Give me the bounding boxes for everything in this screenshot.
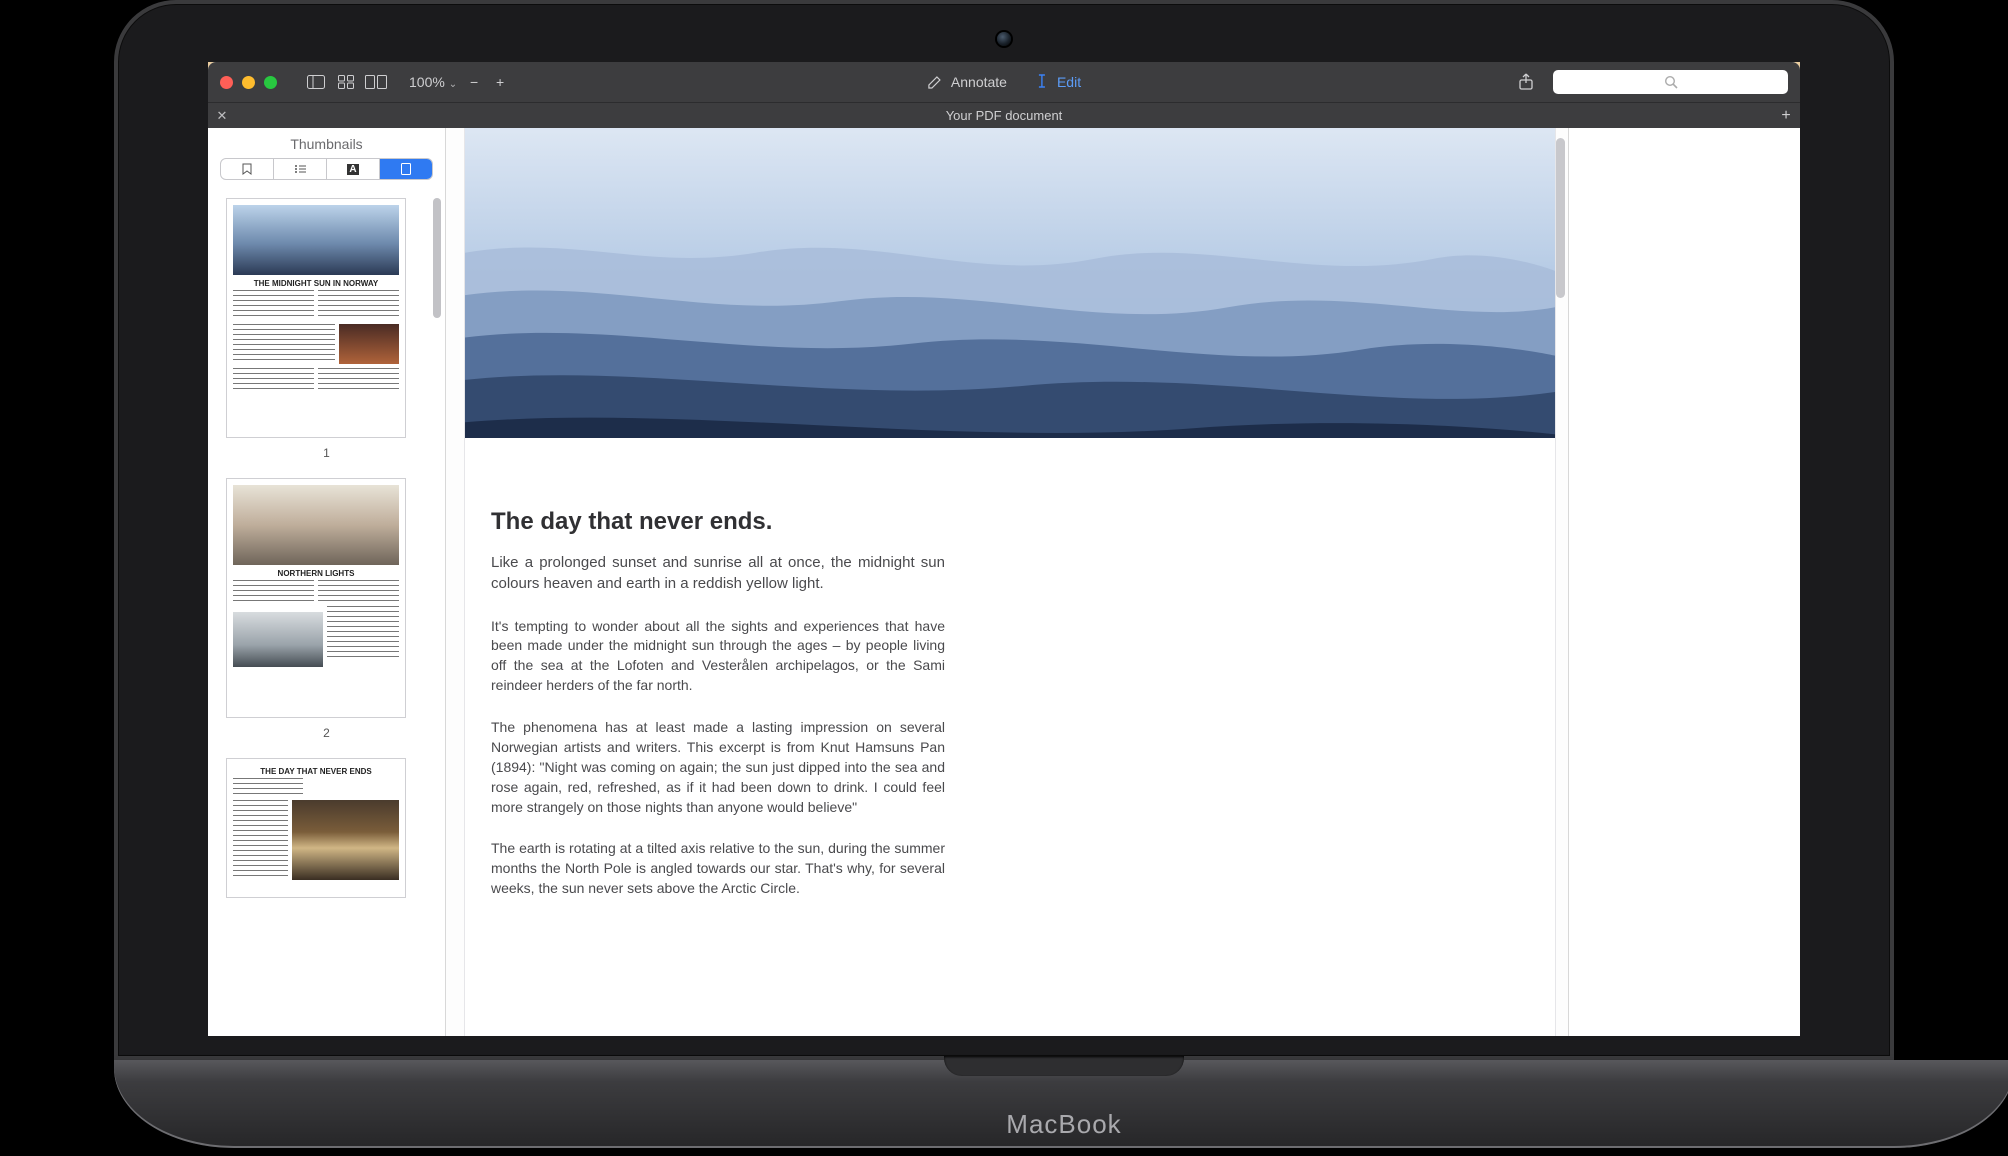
edit-button[interactable]: Edit	[1035, 73, 1081, 92]
zoom-level-dropdown[interactable]: 100% ⌄	[409, 74, 457, 90]
content-area: Thumbnails A	[208, 128, 1800, 1036]
pencil-icon	[927, 74, 943, 90]
chevron-down-icon: ⌄	[449, 79, 457, 90]
share-button[interactable]	[1513, 69, 1539, 95]
inspector-pane	[1568, 128, 1800, 1036]
app-window: 100% ⌄ − + Annotate	[208, 62, 1800, 1036]
tab-add-button[interactable]: +	[1772, 107, 1800, 125]
thumbnail-view-button[interactable]	[333, 69, 359, 95]
minimize-window-button[interactable]	[242, 76, 255, 89]
two-page-view-button[interactable]	[363, 69, 389, 95]
laptop-brand: MacBook	[1006, 1109, 1121, 1140]
zoom-out-button[interactable]: −	[465, 74, 483, 90]
annotate-button[interactable]: Annotate	[927, 74, 1007, 90]
thumbnail-page-2[interactable]: NORTHERN LIGHTS	[226, 478, 406, 718]
thumb-title: THE DAY THAT NEVER ENDS	[233, 767, 399, 776]
toolbar: 100% ⌄ − + Annotate	[208, 62, 1800, 102]
window-controls	[220, 76, 277, 89]
tab-title[interactable]: Your PDF document	[236, 108, 1772, 123]
tab-close-button[interactable]: ✕	[208, 108, 236, 124]
close-window-button[interactable]	[220, 76, 233, 89]
thumbnail-page-3[interactable]: THE DAY THAT NEVER ENDS	[226, 758, 406, 898]
thumbnail-grid-icon	[338, 75, 354, 89]
document-page: The day that never ends. Like a prolonge…	[464, 128, 1556, 1036]
search-icon	[1664, 75, 1678, 89]
annotate-label: Annotate	[951, 74, 1007, 90]
text-cursor-icon	[1035, 73, 1049, 92]
document-body: The day that never ends. Like a prolonge…	[465, 438, 995, 899]
zoom-in-button[interactable]: +	[491, 74, 509, 90]
page-view[interactable]: The day that never ends. Like a prolonge…	[446, 128, 1568, 1036]
view-toggle-group	[303, 69, 389, 95]
doc-paragraph: The phenomena has at least made a lastin…	[491, 718, 945, 817]
laptop-frame: 100% ⌄ − + Annotate	[114, 0, 1894, 1148]
sidebar-toggle-button[interactable]	[303, 69, 329, 95]
hinge-notch	[944, 1056, 1184, 1076]
sidebar-icon	[307, 75, 325, 89]
desktop-wallpaper: 100% ⌄ − + Annotate	[208, 62, 1800, 1036]
doc-paragraph: It's tempting to wonder about all the si…	[491, 617, 945, 697]
doc-paragraph: Like a prolonged sunset and sunrise all …	[491, 552, 945, 595]
doc-heading: The day that never ends.	[491, 508, 945, 536]
sidebar-scrollbar[interactable]	[433, 198, 441, 318]
thumbnail-list[interactable]: THE MIDNIGHT SUN IN NORWAY 1 NORTHERN LI…	[208, 188, 445, 1036]
segment-annotations[interactable]: A	[327, 159, 380, 179]
bookmark-icon	[242, 163, 252, 175]
two-page-icon	[365, 75, 387, 89]
segment-thumbnails[interactable]	[380, 159, 432, 179]
search-field[interactable]	[1553, 70, 1788, 94]
outline-icon	[294, 164, 306, 174]
laptop-bezel: 100% ⌄ − + Annotate	[114, 0, 1894, 1060]
thumbnails-sidebar: Thumbnails A	[208, 128, 446, 1036]
annotations-icon: A	[347, 164, 358, 175]
thumb-page-number: 1	[226, 446, 427, 460]
camera-dot	[997, 32, 1011, 46]
hero-image	[465, 128, 1555, 438]
tab-bar: ✕ Your PDF document +	[208, 102, 1800, 128]
doc-paragraph: The earth is rotating at a tilted axis r…	[491, 839, 945, 899]
thumb-page-number: 2	[226, 726, 427, 740]
zoom-window-button[interactable]	[264, 76, 277, 89]
page-scrollbar[interactable]	[1556, 138, 1565, 298]
edit-label: Edit	[1057, 74, 1081, 90]
page-icon	[401, 163, 411, 175]
thumb-title: NORTHERN LIGHTS	[233, 569, 399, 578]
share-icon	[1518, 73, 1534, 91]
segment-bookmarks[interactable]	[221, 159, 274, 179]
laptop-base: MacBook	[114, 1060, 2008, 1148]
thumb-title: THE MIDNIGHT SUN IN NORWAY	[233, 279, 399, 288]
zoom-controls: 100% ⌄ − +	[409, 74, 509, 90]
sidebar-segment-control: A	[220, 158, 433, 180]
sidebar-title: Thumbnails	[208, 128, 445, 158]
thumbnail-page-1[interactable]: THE MIDNIGHT SUN IN NORWAY	[226, 198, 406, 438]
segment-outline[interactable]	[274, 159, 327, 179]
